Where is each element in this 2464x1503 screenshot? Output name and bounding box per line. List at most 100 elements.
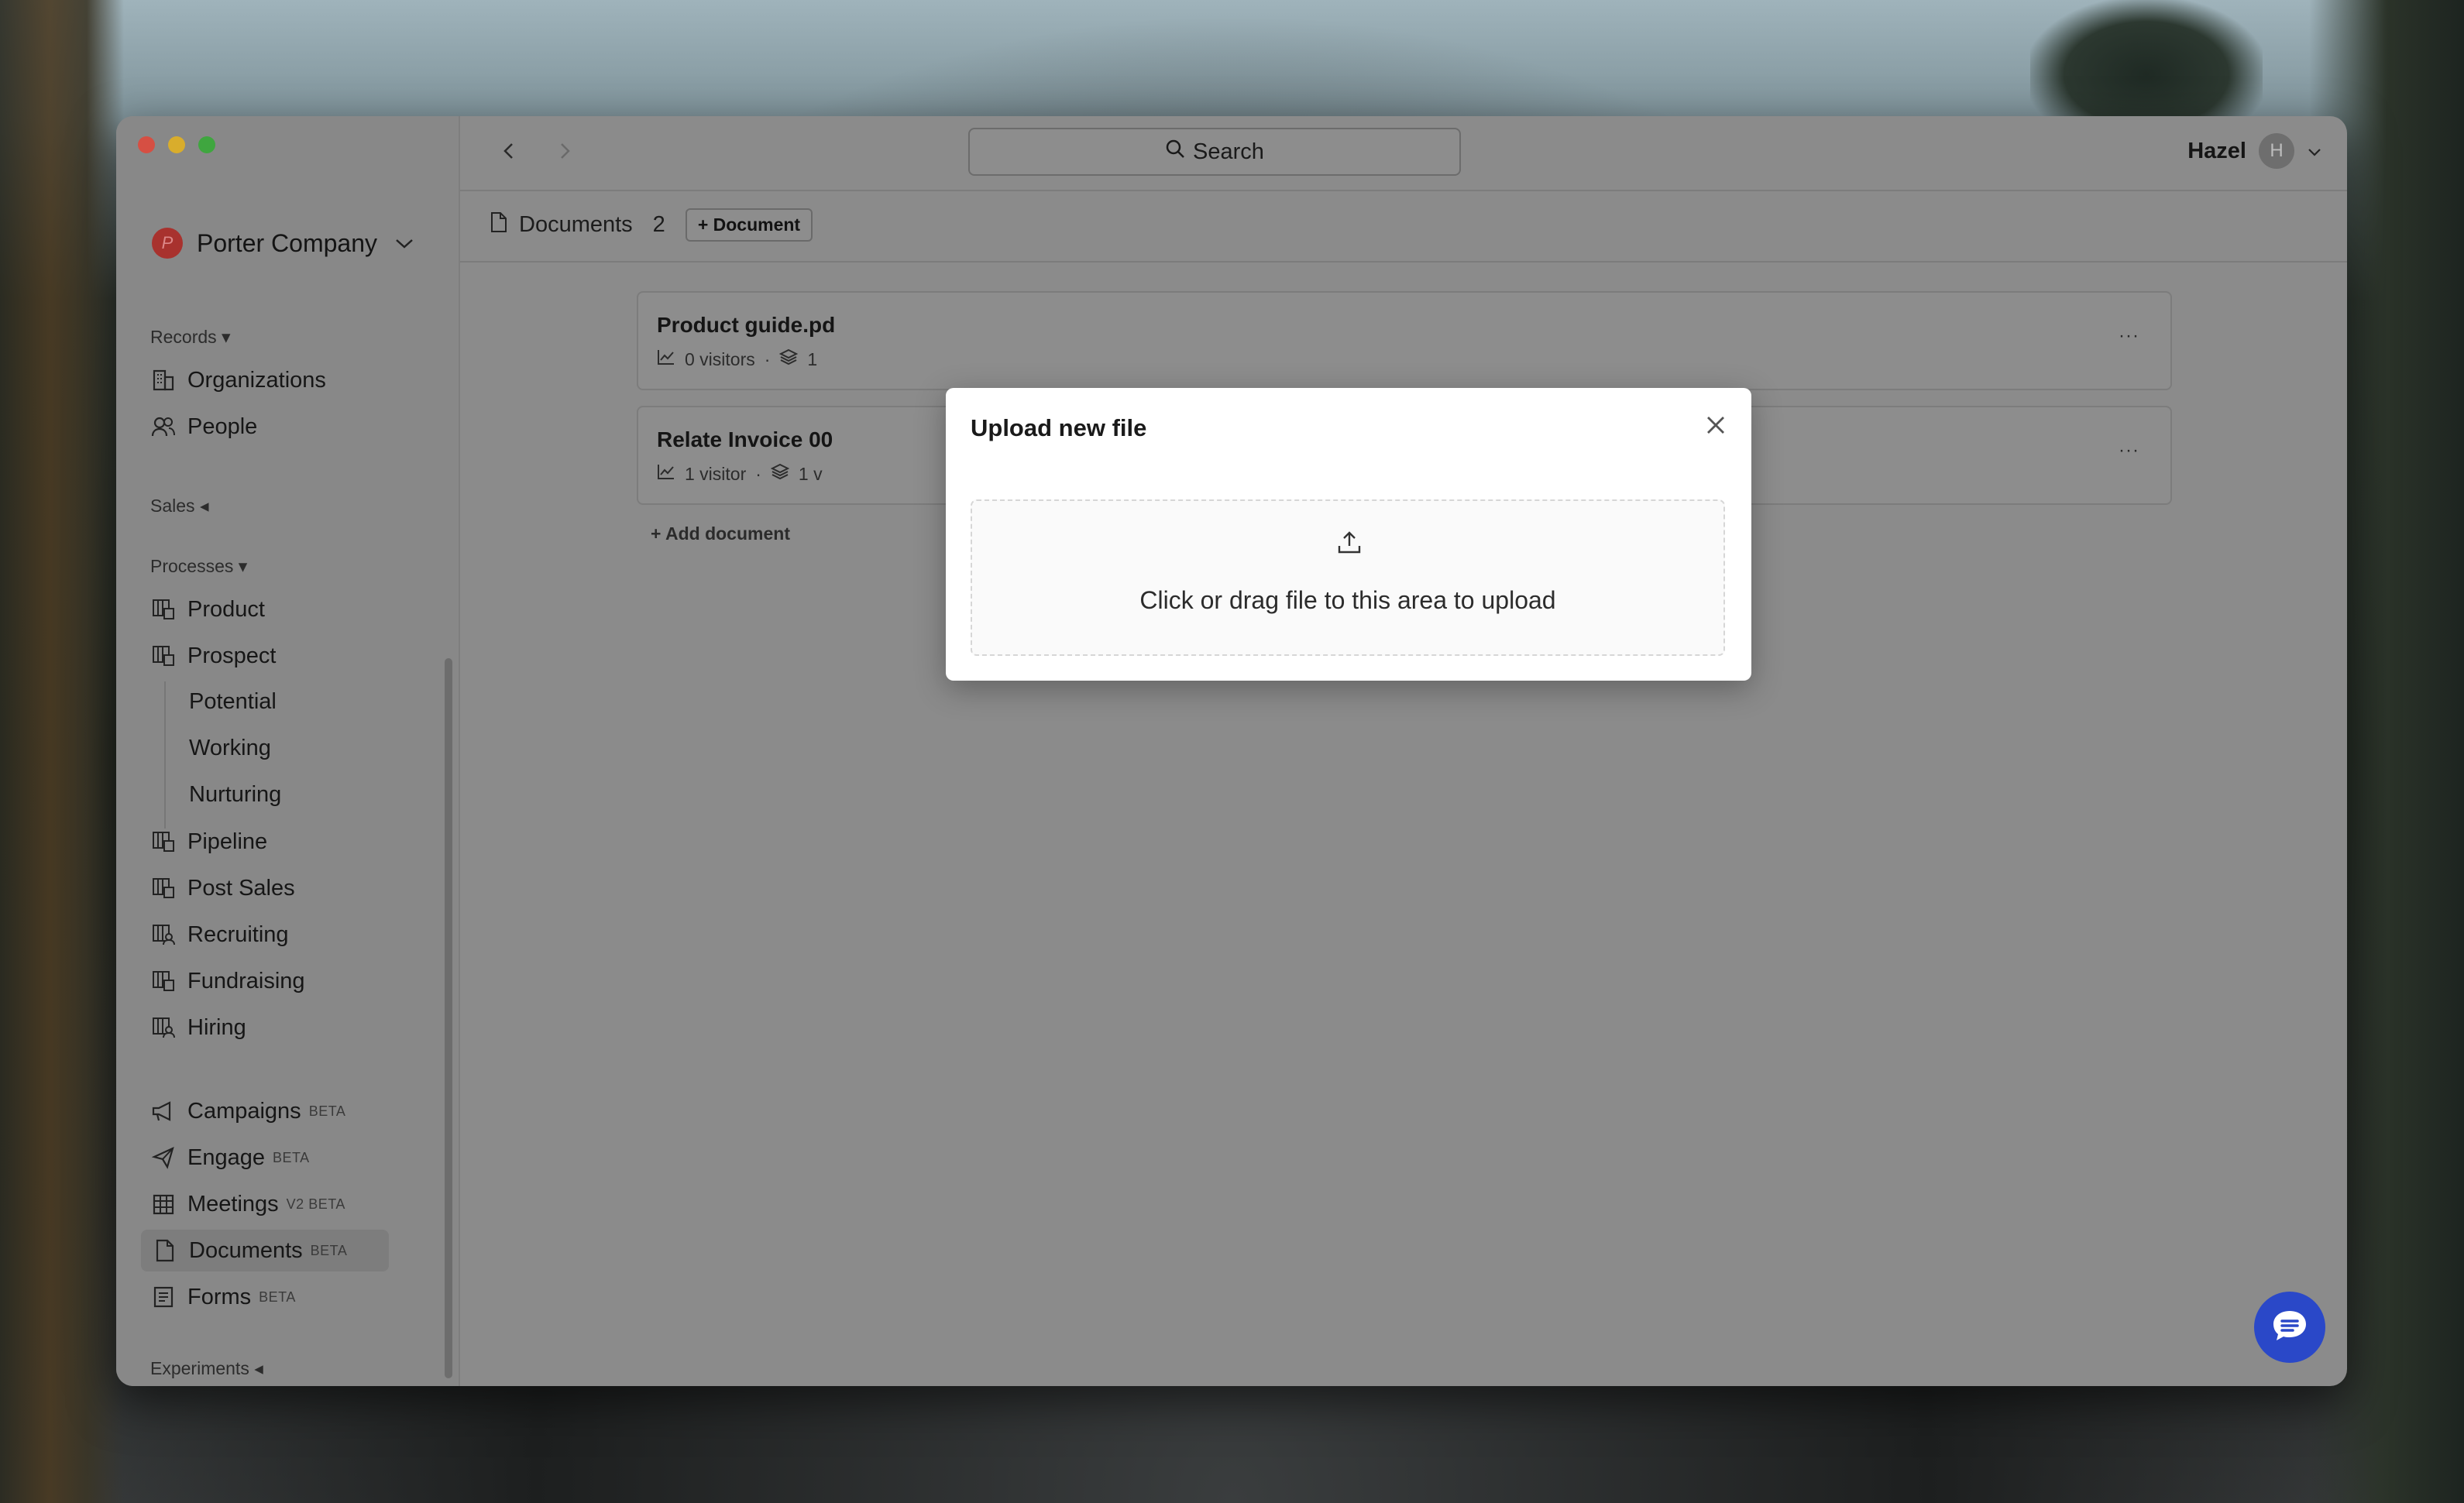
sidebar-item-label: Meetings (187, 1191, 279, 1216)
sidebar-item-pipeline[interactable]: Pipeline (150, 829, 267, 855)
more-options-icon[interactable]: ··· (2119, 325, 2139, 347)
document-count: 2 (652, 212, 665, 237)
sidebar-item-potential[interactable]: Potential (189, 689, 277, 715)
sidebar-item-hiring[interactable]: Hiring (150, 1014, 246, 1041)
chevron-down-icon (2307, 139, 2322, 164)
document-title: Product guide.pd (657, 313, 836, 337)
sidebar-item-people[interactable]: People (150, 413, 257, 440)
tree-indent-line (164, 681, 166, 829)
add-document-label: Add document (665, 523, 790, 544)
document-meta: 1 visitor · 1 v (657, 463, 823, 485)
search-label: Search (1193, 139, 1264, 164)
form-icon (150, 1284, 177, 1310)
beta-badge: BETA (273, 1149, 310, 1165)
page-title: Documents (519, 212, 633, 237)
app-window: P Porter Company Records ▾ Organizations… (116, 116, 2347, 1386)
modal-title: Upload new file (971, 414, 1147, 441)
wallpaper-trees-left (0, 0, 124, 1503)
minimize-window-button[interactable] (168, 136, 185, 153)
document-icon (152, 1237, 178, 1264)
chart-icon (657, 348, 675, 370)
upload-dropzone[interactable]: Click or drag file to this area to uploa… (971, 499, 1725, 656)
plus-icon: + (697, 214, 709, 235)
sidebar-item-engage[interactable]: Engage BETA (150, 1144, 310, 1171)
chevron-down-icon (394, 232, 414, 256)
company-switcher[interactable]: P Porter Company (152, 228, 414, 259)
sidebar-item-label: Post Sales (187, 875, 295, 901)
section-label: Processes (150, 556, 234, 576)
back-arrow-icon[interactable] (500, 139, 517, 169)
version-count: 1 v (798, 463, 823, 484)
zoom-window-button[interactable] (198, 136, 215, 153)
search-icon (1165, 139, 1185, 165)
beta-badge: BETA (310, 1242, 348, 1258)
sidebar-item-label: Potential (189, 689, 277, 714)
user-name: Hazel (2187, 138, 2246, 163)
close-icon[interactable] (1700, 410, 1731, 441)
forward-arrow-icon[interactable] (556, 139, 573, 169)
sidebar-item-nurturing[interactable]: Nurturing (189, 782, 281, 808)
sidebar-item-label: Prospect (187, 643, 277, 668)
pipeline-board-icon (150, 829, 177, 855)
sidebar-item-meetings[interactable]: Meetings V2 BETA (150, 1191, 345, 1217)
more-options-icon[interactable]: ··· (2119, 440, 2139, 462)
section-experiments[interactable]: Experiments ◂ (150, 1358, 263, 1379)
sidebar-item-prospect[interactable]: Prospect (150, 643, 276, 669)
section-label: Experiments (150, 1358, 249, 1378)
documents-header: Documents 2 + Document (460, 190, 2347, 263)
beta-badge: BETA (308, 1103, 346, 1119)
recruiting-board-icon (150, 921, 177, 948)
dot-separator: · (764, 348, 771, 369)
people-icon (150, 413, 177, 440)
beta-badge: V2 BETA (286, 1196, 345, 1212)
close-window-button[interactable] (138, 136, 155, 153)
section-label: Sales (150, 496, 195, 516)
avatar: H (2259, 133, 2294, 169)
section-sales[interactable]: Sales ◂ (150, 496, 208, 516)
section-processes[interactable]: Processes ▾ (150, 556, 247, 577)
layers-icon (779, 348, 799, 370)
sidebar-item-campaigns[interactable]: Campaigns BETA (150, 1098, 345, 1124)
sidebar-item-label: Campaigns (187, 1098, 301, 1124)
sidebar-item-recruiting[interactable]: Recruiting (150, 921, 289, 948)
sidebar-scrollbar[interactable] (445, 658, 452, 1378)
search-bar[interactable]: Search (968, 128, 1461, 176)
sidebar-item-label: Pipeline (187, 829, 268, 854)
window-controls (138, 136, 215, 153)
user-menu[interactable]: Hazel H (2187, 133, 2322, 169)
company-name: Porter Company (197, 228, 377, 257)
add-document-button[interactable]: + Document (685, 208, 813, 242)
caret-left-icon: ◂ (254, 1358, 263, 1378)
caret-left-icon: ◂ (199, 496, 209, 516)
sidebar-item-organizations[interactable]: Organizations (150, 367, 326, 393)
megaphone-icon (150, 1098, 177, 1124)
caret-down-icon: ▾ (238, 556, 248, 576)
sidebar-item-label: People (187, 413, 258, 439)
sidebar-item-working[interactable]: Working (189, 736, 271, 761)
sidebar-item-label: Hiring (187, 1014, 246, 1040)
sidebar-item-label: Organizations (187, 367, 326, 393)
sidebar-item-label: Fundraising (187, 968, 305, 993)
sidebar-item-label: Nurturing (189, 782, 282, 807)
chat-support-button[interactable] (2254, 1292, 2325, 1363)
sidebar-item-forms[interactable]: Forms BETA (150, 1284, 296, 1310)
sidebar-item-documents[interactable]: Documents BETA (141, 1230, 389, 1271)
company-logo: P (152, 228, 183, 259)
pipeline-board-icon (150, 968, 177, 994)
document-icon (490, 211, 508, 240)
chat-icon (2270, 1308, 2309, 1347)
sidebar-item-label: Forms (187, 1284, 252, 1309)
upload-modal: Upload new file Click or drag file to th… (946, 388, 1751, 681)
section-records[interactable]: Records ▾ (150, 327, 231, 348)
document-row[interactable]: Product guide.pd 0 visitors · 1 ··· (637, 291, 2172, 390)
version-count: 1 (807, 348, 818, 369)
breadcrumb: Documents 2 + Document (490, 208, 813, 242)
add-document-link[interactable]: + Add document (651, 523, 790, 544)
sidebar-item-product[interactable]: Product (150, 596, 265, 623)
sidebar-item-post-sales[interactable]: Post Sales (150, 875, 295, 901)
sidebar-item-label: Recruiting (187, 921, 289, 947)
recruiting-board-icon (150, 1014, 177, 1041)
pipeline-board-icon (150, 875, 177, 901)
sidebar-item-fundraising[interactable]: Fundraising (150, 968, 305, 994)
dropzone-text: Click or drag file to this area to uploa… (1139, 586, 1556, 614)
